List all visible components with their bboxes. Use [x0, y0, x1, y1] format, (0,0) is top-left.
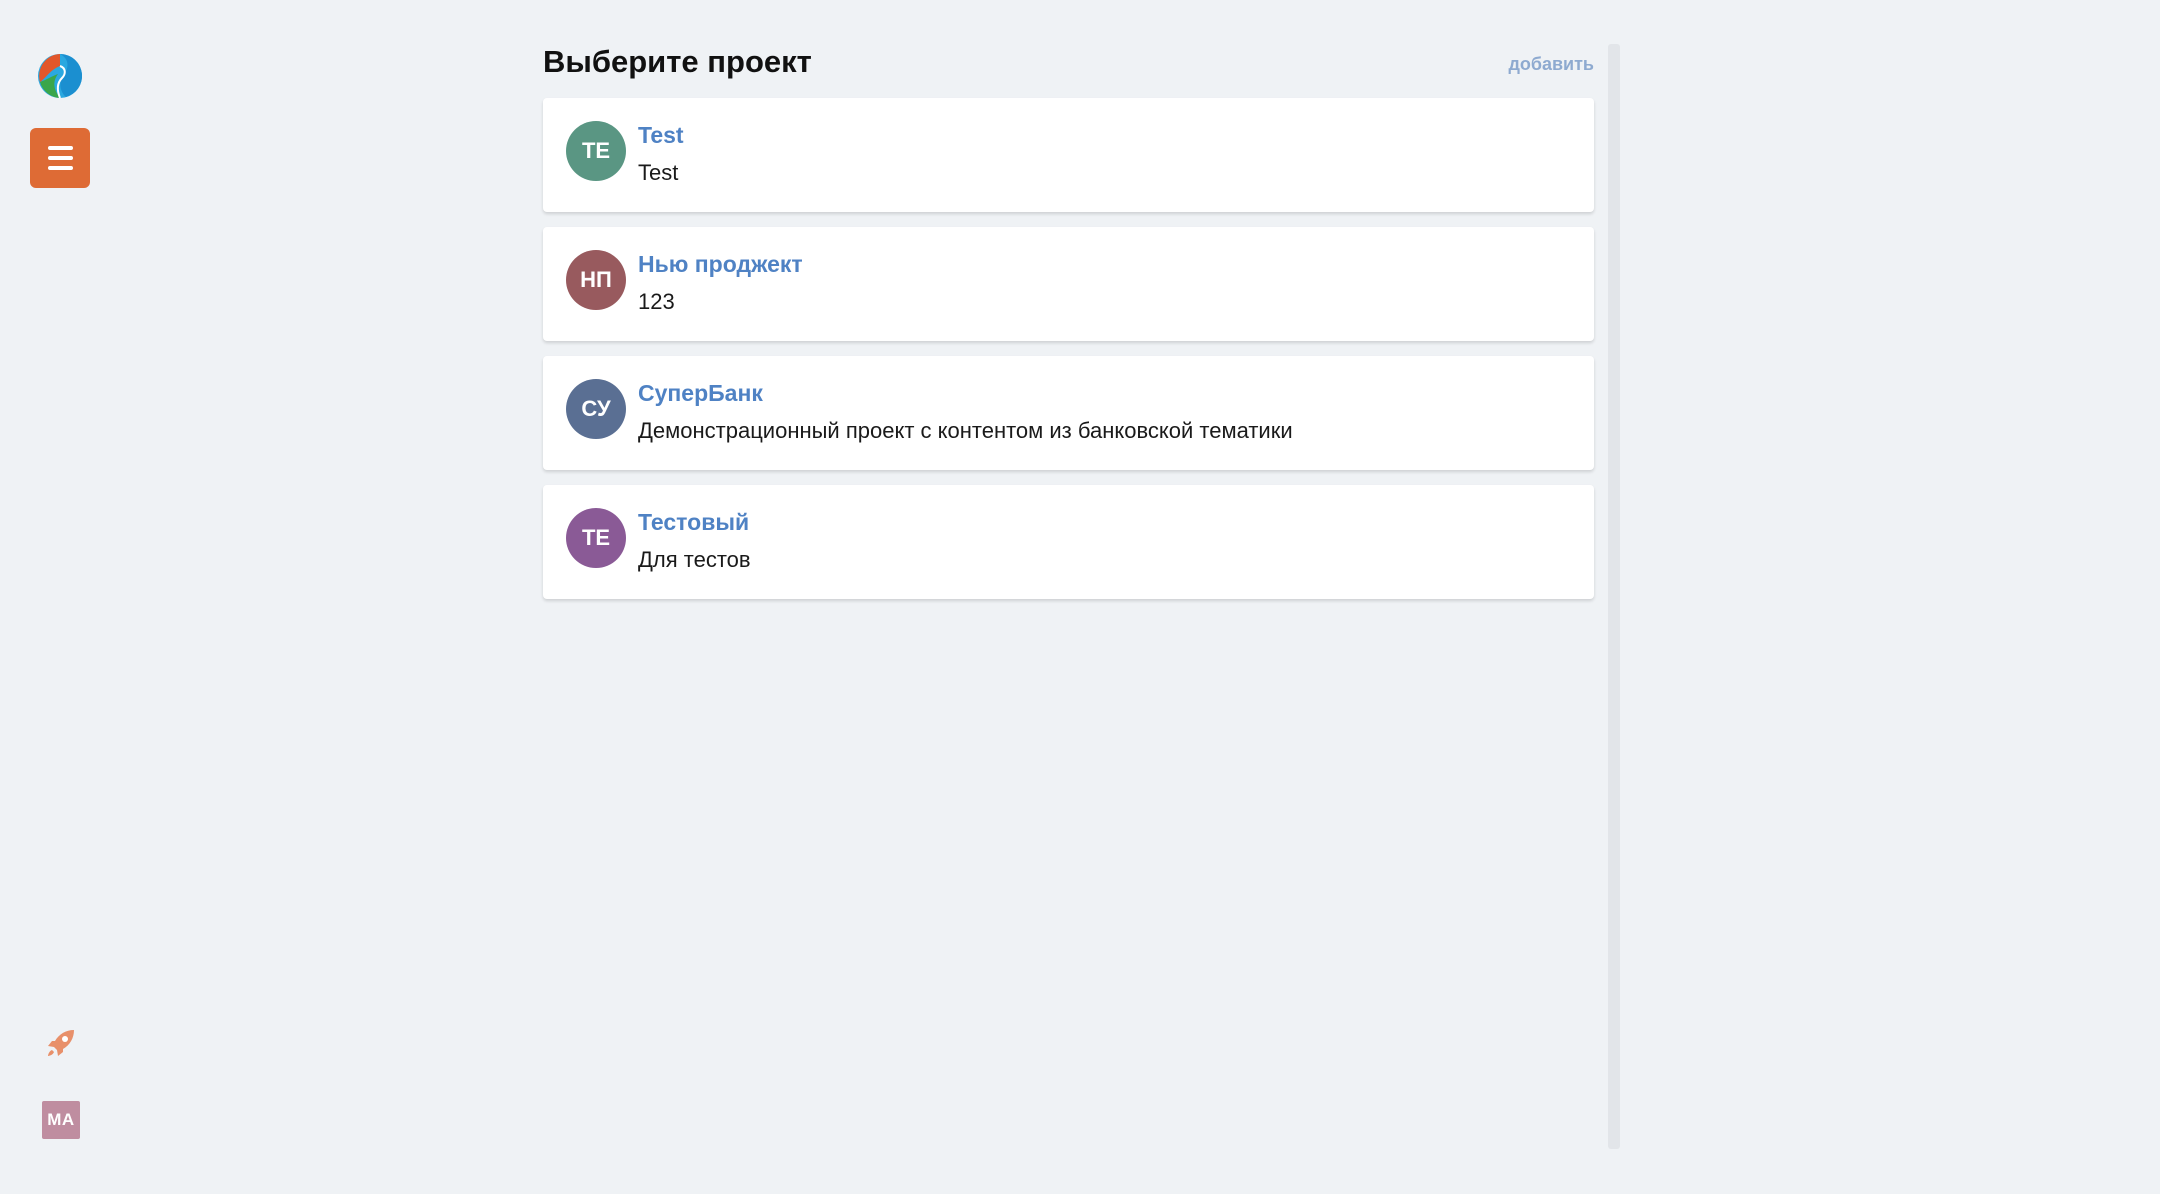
project-avatar: ТЕ: [566, 508, 626, 568]
scrollbar[interactable]: [1608, 44, 1620, 1149]
project-avatar: НП: [566, 250, 626, 310]
project-list-panel: Выберите проект добавить TE Test Test НП…: [543, 40, 1594, 614]
project-card[interactable]: TE Test Test: [543, 98, 1594, 212]
project-avatar: СУ: [566, 379, 626, 439]
project-name[interactable]: Нью проджект: [638, 251, 803, 278]
project-description: Для тестов: [638, 547, 751, 572]
project-description: 123: [638, 289, 675, 314]
user-initials: MA: [47, 1110, 75, 1129]
user-avatar[interactable]: MA: [42, 1101, 80, 1139]
project-description: Test: [638, 160, 679, 185]
project-description: Демонстрационный проект с контентом из б…: [638, 418, 1293, 443]
menu-button[interactable]: [30, 128, 90, 188]
project-name[interactable]: Тестовый: [638, 509, 749, 536]
project-name[interactable]: Test: [638, 122, 684, 149]
app-logo-icon[interactable]: [36, 52, 84, 100]
project-card[interactable]: НП Нью проджект 123: [543, 227, 1594, 341]
project-avatar: TE: [566, 121, 626, 181]
hamburger-menu-icon: [47, 146, 73, 150]
page-header: Выберите проект добавить: [543, 40, 1594, 98]
page-title: Выберите проект: [543, 44, 812, 79]
rocket-icon[interactable]: [44, 1026, 78, 1060]
project-card[interactable]: СУ СуперБанк Демонстрационный проект с к…: [543, 356, 1594, 470]
sidebar: MA: [0, 0, 120, 1194]
project-name[interactable]: СуперБанк: [638, 380, 763, 407]
project-card[interactable]: ТЕ Тестовый Для тестов: [543, 485, 1594, 599]
add-project-link[interactable]: добавить: [1508, 54, 1594, 75]
